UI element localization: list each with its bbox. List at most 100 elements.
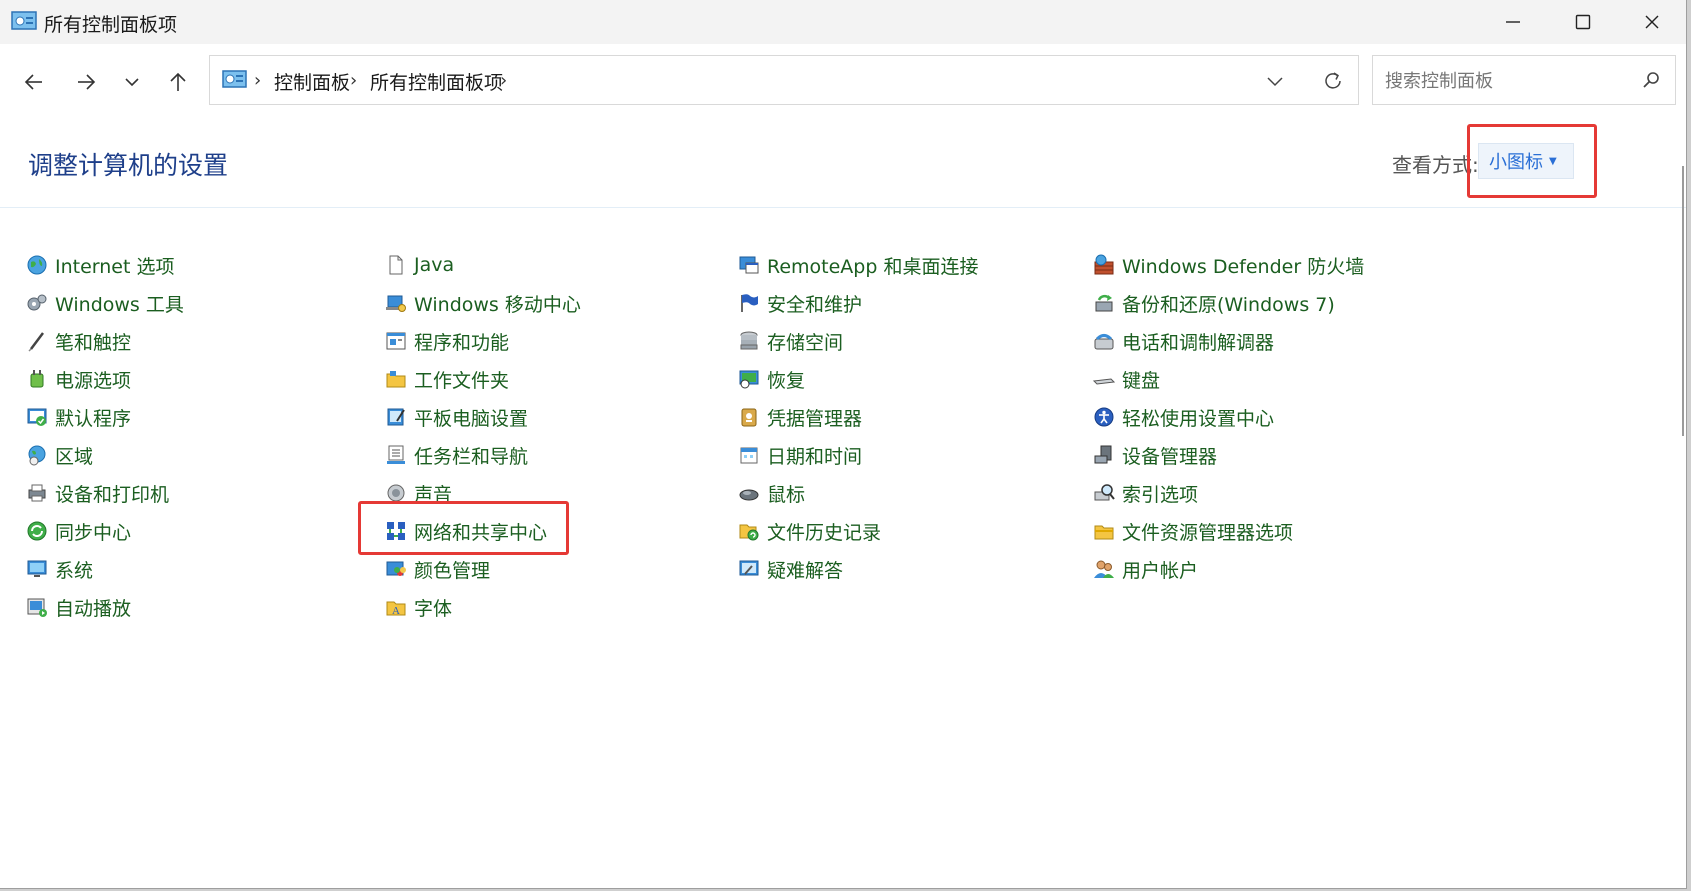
item-windows-tools[interactable]: Windows 工具 (26, 288, 184, 318)
maximize-icon (1575, 14, 1591, 30)
search-box[interactable] (1372, 55, 1676, 105)
item-label: 区域 (55, 445, 94, 468)
credential-icon (741, 408, 757, 427)
item-troubleshooting[interactable]: 疑难解答 (738, 554, 843, 584)
highlight-box-network (358, 501, 569, 555)
back-button[interactable] (14, 62, 54, 102)
item-ease-of-access[interactable]: 轻松使用设置中心 (1093, 402, 1274, 432)
address-bar[interactable]: › 控制面板 › 所有控制面板项 › (209, 55, 1359, 105)
search-input[interactable] (1383, 66, 1627, 96)
item-default-programs[interactable]: 默认程序 (26, 402, 131, 432)
header-divider (0, 207, 1686, 208)
item-region[interactable]: 区域 (26, 440, 93, 470)
users-icon (1094, 560, 1114, 578)
breadcrumb-all-items[interactable]: 所有控制面板项 (370, 68, 503, 95)
item-backup-restore[interactable]: 备份和还原(Windows 7) (1093, 288, 1335, 318)
item-fonts[interactable]: A 字体 (385, 592, 452, 622)
troubleshoot-icon (739, 560, 759, 576)
item-label: RemoteApp 和桌面连接 (767, 255, 979, 278)
maximize-button[interactable] (1548, 0, 1618, 44)
chevron-down-icon (125, 78, 139, 87)
item-internet-options[interactable]: Internet 选项 (26, 250, 174, 280)
title-bar: 所有控制面板项 (0, 0, 1686, 44)
default-programs-icon (27, 408, 47, 426)
item-date-time[interactable]: 日期和时间 (738, 440, 862, 470)
minimize-button[interactable] (1478, 0, 1548, 44)
item-label: 恢复 (767, 369, 806, 392)
item-user-accounts[interactable]: 用户帐户 (1093, 554, 1198, 584)
globe-icon (27, 255, 47, 275)
item-mobility-center[interactable]: Windows 移动中心 (385, 288, 581, 318)
item-system[interactable]: 系统 (26, 554, 93, 584)
item-label: 程序和功能 (414, 331, 510, 354)
item-programs-features[interactable]: 程序和功能 (385, 326, 509, 356)
navigation-bar: › 控制面板 › 所有控制面板项 › (0, 44, 1686, 116)
address-dropdown-button[interactable] (1260, 66, 1290, 96)
search-icon[interactable] (1641, 70, 1661, 90)
chevron-right-icon: › (254, 70, 262, 91)
item-label: 安全和维护 (767, 293, 863, 316)
item-sync-center[interactable]: 同步中心 (26, 516, 131, 546)
item-java[interactable]: Java (385, 250, 454, 280)
font-folder-icon: A (386, 601, 406, 617)
item-credential-manager[interactable]: 凭据管理器 (738, 402, 862, 432)
item-recovery[interactable]: 恢复 (738, 364, 805, 394)
recent-locations-button[interactable] (112, 62, 152, 102)
item-power-options[interactable]: 电源选项 (26, 364, 131, 394)
control-panel-icon (222, 70, 247, 88)
arrow-right-icon (78, 74, 96, 90)
close-button[interactable] (1617, 0, 1686, 44)
item-windows-defender-firewall[interactable]: Windows Defender 防火墙 (1093, 250, 1364, 280)
item-device-manager[interactable]: 设备管理器 (1093, 440, 1217, 470)
item-label: 设备管理器 (1122, 445, 1218, 468)
item-indexing-options[interactable]: 索引选项 (1093, 478, 1198, 508)
autoplay-icon (27, 598, 47, 617)
item-label: 电话和调制解调器 (1122, 331, 1275, 354)
arrow-left-icon (24, 74, 42, 90)
file-history-icon (739, 524, 759, 541)
item-label: Windows Defender 防火墙 (1122, 255, 1365, 278)
file-icon (389, 255, 403, 275)
item-keyboard[interactable]: 键盘 (1093, 364, 1160, 394)
minimize-icon (1506, 21, 1520, 23)
mobility-icon (386, 295, 406, 312)
window-title: 所有控制面板项 (44, 14, 178, 36)
remoteapp-icon (739, 256, 759, 274)
item-label: 工作文件夹 (414, 369, 510, 392)
item-label: 凭据管理器 (767, 407, 863, 430)
firewall-icon (1094, 254, 1114, 275)
chevron-right-icon[interactable]: › (500, 70, 507, 91)
item-phone-modem[interactable]: 电话和调制解调器 (1093, 326, 1274, 356)
forward-button[interactable] (66, 62, 106, 102)
vertical-scrollbar[interactable] (1680, 116, 1686, 886)
programs-icon (386, 332, 406, 350)
phone-icon (1094, 334, 1114, 350)
item-color-management[interactable]: 颜色管理 (385, 554, 490, 584)
breadcrumb-control-panel[interactable]: 控制面板 (274, 68, 350, 95)
item-label: 默认程序 (55, 407, 132, 430)
item-label: 轻松使用设置中心 (1122, 407, 1275, 430)
item-autoplay[interactable]: 自动播放 (26, 592, 131, 622)
item-remoteapp[interactable]: RemoteApp 和桌面连接 (738, 250, 978, 280)
item-pen-touch[interactable]: 笔和触控 (26, 326, 131, 356)
flag-icon (741, 294, 758, 312)
item-file-explorer-options[interactable]: 文件资源管理器选项 (1093, 516, 1293, 546)
item-label: 平板电脑设置 (414, 407, 529, 430)
item-label: Java (414, 254, 455, 276)
item-storage-spaces[interactable]: 存储空间 (738, 326, 843, 356)
item-label: 颜色管理 (414, 559, 491, 582)
item-label: 索引选项 (1122, 483, 1199, 506)
item-taskbar-navigation[interactable]: 任务栏和导航 (385, 440, 528, 470)
item-work-folders[interactable]: 工作文件夹 (385, 364, 509, 394)
item-security-maintenance[interactable]: 安全和维护 (738, 288, 862, 318)
up-button[interactable] (158, 62, 198, 102)
item-devices-printers[interactable]: 设备和打印机 (26, 478, 169, 508)
page-title: 调整计算机的设置 (28, 151, 229, 180)
refresh-icon (1325, 72, 1341, 89)
item-tablet-settings[interactable]: 平板电脑设置 (385, 402, 528, 432)
refresh-button[interactable] (1318, 66, 1348, 96)
recovery-icon (739, 370, 759, 389)
item-mouse[interactable]: 鼠标 (738, 478, 805, 508)
item-file-history[interactable]: 文件历史记录 (738, 516, 881, 546)
svg-text:A: A (392, 605, 400, 617)
